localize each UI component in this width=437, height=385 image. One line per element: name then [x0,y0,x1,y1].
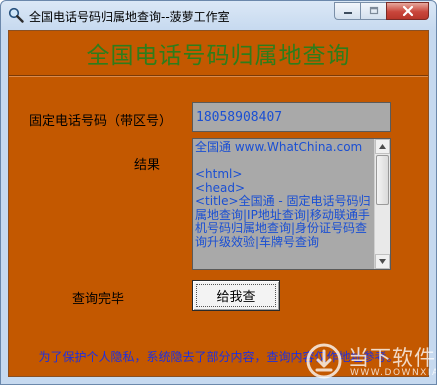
phone-number-input[interactable]: 18058908407 [192,102,391,132]
close-icon [402,5,413,17]
watermark: 当下软件园 WWW.DOWNXIA.COM [306,342,437,382]
phone-number-label: 固定电话号码（带区号） [29,114,173,129]
result-scrollbar[interactable] [374,139,390,269]
download-logo-icon [306,343,342,379]
minimize-icon [343,12,352,14]
scroll-down-button[interactable] [375,254,390,269]
query-button[interactable]: 给我查 [192,280,280,311]
minimize-button[interactable] [334,2,360,20]
title-divider [9,75,428,77]
title-bar[interactable]: 全国电话号码归属地查询--菠萝工作室 [1,1,436,30]
app-window: 全国电话号码归属地查询--菠萝工作室 全国电话号码归属地查询 固定电话号码（带区… [0,0,437,385]
focus-outline [196,284,276,307]
scroll-up-button[interactable] [375,139,390,154]
arrow-down-icon [379,259,386,264]
status-text: 查询完毕 [72,292,125,307]
maximize-icon [369,6,378,15]
arrow-up-icon [379,144,386,149]
result-textarea[interactable]: 全国通 www.WhatChina.com <html> <head> <tit… [192,138,391,270]
result-text: 全国通 www.WhatChina.com <html> <head> <tit… [195,140,371,249]
result-label: 结果 [134,158,161,173]
maximize-button[interactable] [360,2,386,20]
watermark-url: WWW.DOWNXIA.COM [350,368,437,378]
magnifier-icon [8,7,24,23]
page-title: 全国电话号码归属地查询 [86,43,351,69]
close-button[interactable] [386,2,429,20]
main-panel: 全国电话号码归属地查询 固定电话号码（带区号） 18058908407 结果 全… [8,30,429,377]
window-controls [334,2,429,20]
window-title: 全国电话号码归属地查询--菠萝工作室 [29,10,230,24]
scroll-thumb[interactable] [376,155,389,205]
